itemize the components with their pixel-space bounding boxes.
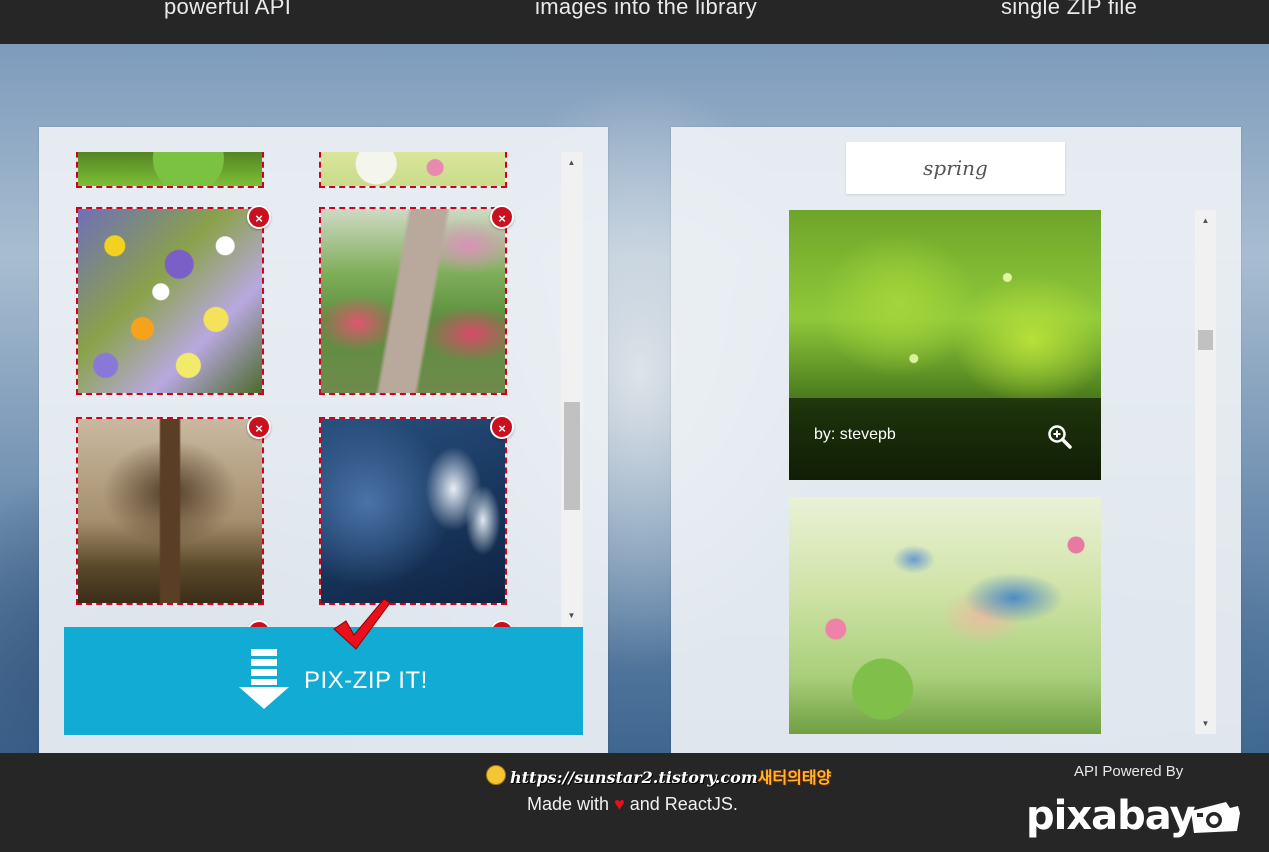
pix-zip-label: PIX-ZIP IT! <box>304 667 428 694</box>
selected-image-tile[interactable] <box>319 207 507 395</box>
selected-image-tile[interactable] <box>76 207 264 395</box>
scroll-up-arrow[interactable]: ▲ <box>563 154 580 171</box>
footer-blog-link[interactable]: https://sunstar2.tistory.com새터의태양 <box>510 764 831 788</box>
search-results-panel: by: stevepb ▲ ▼ <box>671 127 1241 760</box>
checkmark-icon <box>333 598 391 650</box>
header-feature-1: powerful API <box>164 0 292 19</box>
result-card[interactable] <box>789 497 1101 734</box>
scroll-up-arrow[interactable]: ▲ <box>1197 212 1214 229</box>
remove-icon[interactable]: × <box>247 205 271 229</box>
scroll-down-arrow[interactable]: ▼ <box>563 607 580 624</box>
made-with-text: Made with ♥ and ReactJS. <box>527 794 738 815</box>
api-powered-label: API Powered By <box>1074 763 1184 780</box>
footer-link-url: https://sunstar2.tistory.com <box>510 768 758 787</box>
result-image <box>789 497 1101 734</box>
result-card[interactable]: by: stevepb <box>789 210 1101 480</box>
selected-image-tile[interactable] <box>319 417 507 605</box>
selected-image <box>321 419 505 603</box>
selected-image-tile[interactable] <box>76 152 264 188</box>
selected-images-grid: × × × × × × <box>64 152 561 627</box>
made-with-suffix: and ReactJS. <box>629 794 738 814</box>
remove-icon[interactable]: × <box>490 415 514 439</box>
selected-image <box>321 152 505 186</box>
remove-icon[interactable]: × <box>247 620 271 627</box>
pix-zip-button[interactable]: PIX-ZIP IT! <box>64 598 583 735</box>
header-feature-3: single ZIP file <box>1001 0 1138 19</box>
selected-image <box>321 209 505 393</box>
footer-korean-text: 새터의태양 <box>757 768 832 787</box>
selected-image <box>78 152 262 186</box>
selected-image-tile[interactable] <box>76 417 264 605</box>
scroll-down-arrow[interactable]: ▼ <box>1197 715 1214 732</box>
made-with-prefix: Made with <box>527 794 610 814</box>
emoji-icon <box>486 765 506 785</box>
search-results-list: by: stevepb <box>789 210 1101 734</box>
selected-image <box>78 209 262 393</box>
selected-image <box>78 419 262 603</box>
selected-images-scrollbar[interactable]: ▲ ▼ <box>561 152 583 627</box>
background-image: × × × × × × ▲ ▼ PIX-ZIP IT! <box>0 44 1269 760</box>
search-input[interactable] <box>846 142 1065 194</box>
zoom-in-icon[interactable] <box>1047 424 1073 450</box>
camera-icon <box>1191 802 1240 833</box>
scroll-thumb[interactable] <box>1198 330 1213 350</box>
result-overlay: by: stevepb <box>789 398 1101 480</box>
footer: https://sunstar2.tistory.com새터의태양 Made w… <box>0 753 1269 852</box>
heart-icon: ♥ <box>614 794 625 814</box>
result-author: by: stevepb <box>814 426 896 443</box>
remove-icon[interactable]: × <box>247 415 271 439</box>
remove-icon[interactable]: × <box>490 205 514 229</box>
header-feature-2: images into the library <box>535 0 758 19</box>
pixabay-logo[interactable]: pixabay <box>1026 793 1196 839</box>
remove-icon[interactable]: × <box>490 620 514 627</box>
top-header: powerful API images into the library sin… <box>0 0 1269 44</box>
download-icon <box>239 649 289 709</box>
selected-images-panel: × × × × × × ▲ ▼ PIX-ZIP IT! <box>39 127 608 760</box>
scroll-thumb[interactable] <box>564 402 580 510</box>
search-results-scrollbar[interactable]: ▲ ▼ <box>1195 210 1216 734</box>
selected-image-tile[interactable] <box>319 152 507 188</box>
